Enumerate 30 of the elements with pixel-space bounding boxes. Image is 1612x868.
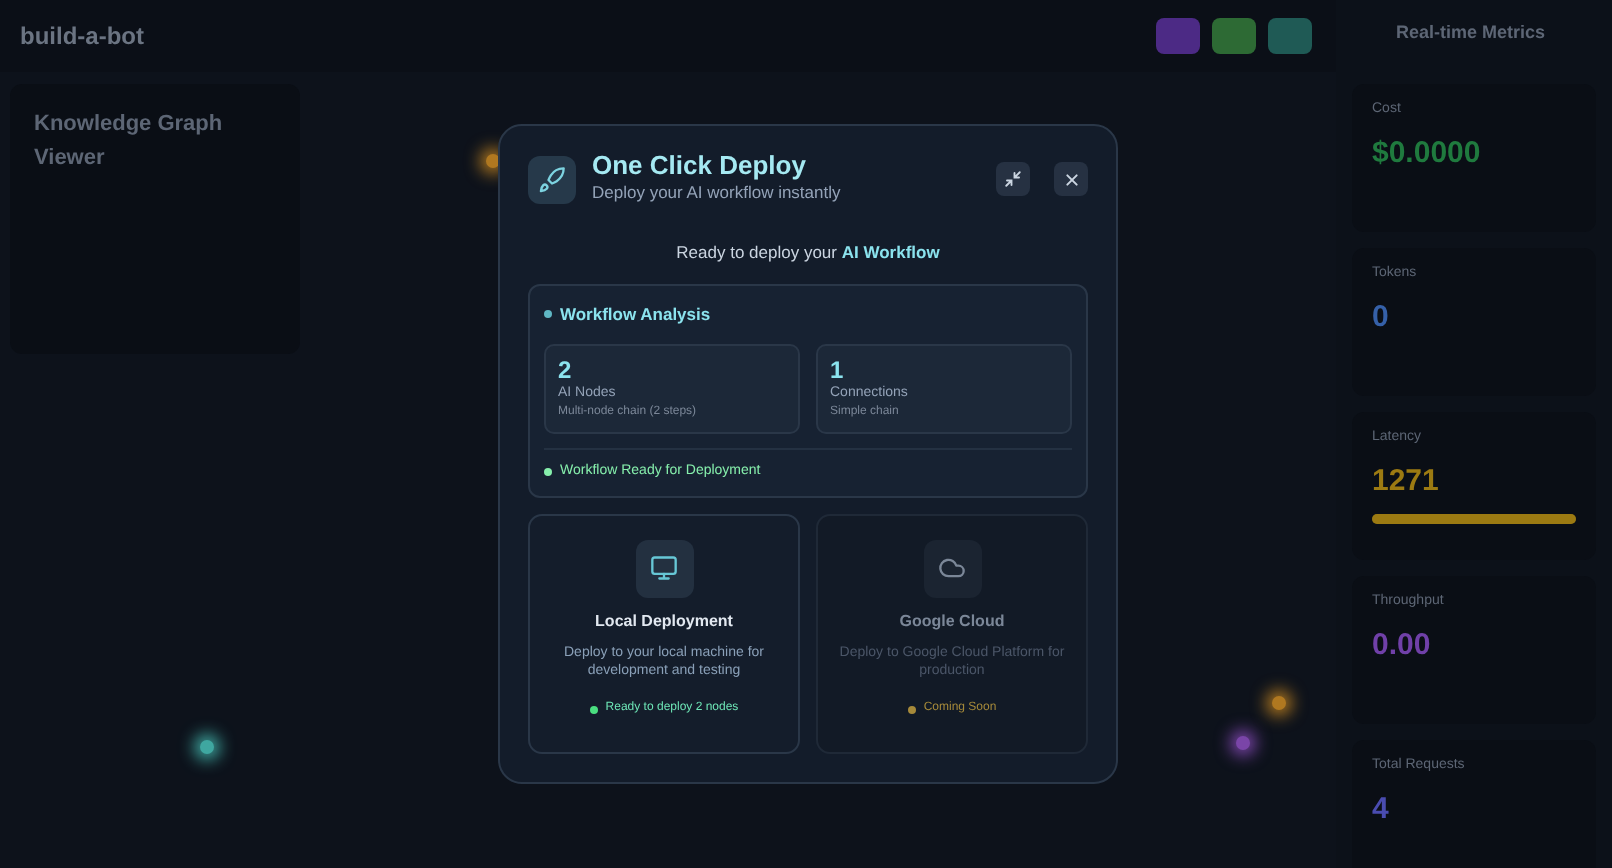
toolbar-button[interactable] [1156,18,1200,54]
status-dot [544,468,552,477]
metric-value: 0.00 [1372,626,1433,666]
metric-value: 4 [1372,790,1391,830]
collapse-icon [1004,170,1022,189]
monitor-icon [650,554,678,583]
toolbar-button[interactable] [1268,18,1312,54]
dialog-subtitle: Deploy your AI workflow instantly [592,180,843,207]
stat-value: 2 [558,357,574,384]
panel-title: Knowledge Graph Viewer [34,110,225,173]
stat-value: 1 [830,357,846,384]
panel-title: Real-time Metrics [1396,20,1548,46]
bullet-icon [544,310,552,319]
dialog-title: One Click Deploy [592,152,808,181]
section-title: Workflow Analysis [560,301,711,328]
cloud-icon [938,554,966,583]
status-dot [589,705,598,714]
rocket-icon [538,165,566,194]
metric-value: 1271 [1372,462,1441,502]
close-icon [1063,171,1079,188]
metric-value: 0 [1372,298,1391,338]
option-title: Google Cloud [897,609,1007,634]
option-title: Local Deployment [593,609,735,634]
metric-value: $0.0000 [1372,134,1483,174]
toolbar-button[interactable] [1212,18,1256,54]
status-dot [907,705,916,714]
close-button[interactable] [1054,162,1088,197]
intro-text: Ready to deploy your AI Workflow [674,240,942,266]
app-title: build-a-bot [20,20,144,54]
minimize-button[interactable] [996,162,1030,197]
